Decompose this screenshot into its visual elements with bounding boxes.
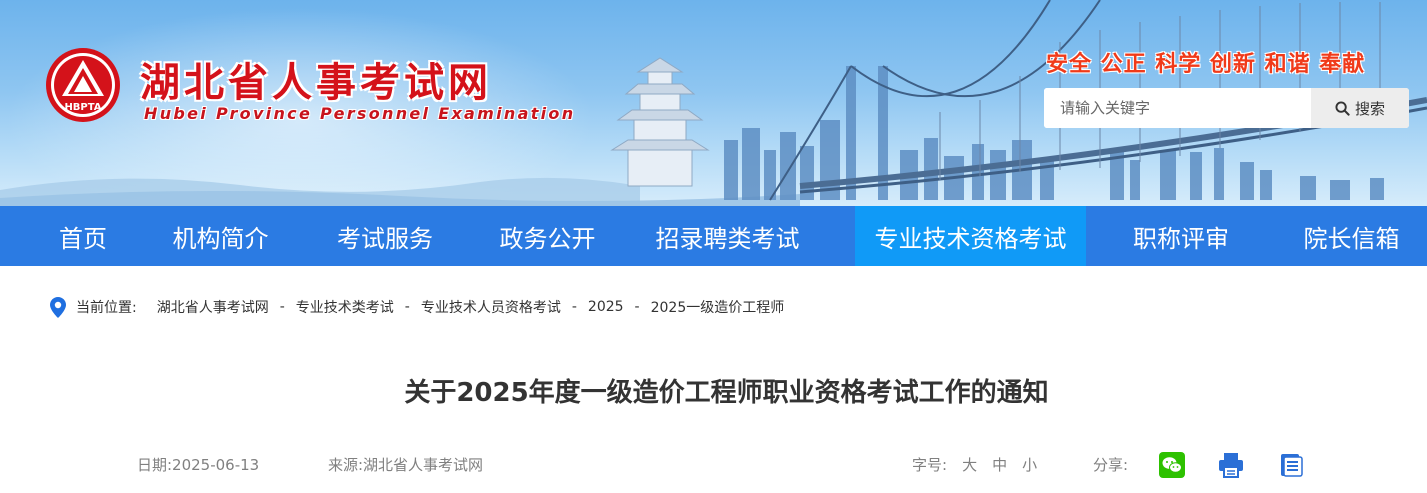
nav-item-label: 院长信箱 <box>1303 224 1400 253</box>
search-button[interactable]: 搜索 <box>1311 88 1409 128</box>
search-input[interactable] <box>1044 88 1311 128</box>
breadcrumb-link-home[interactable]: 湖北省人事考试网 <box>157 297 269 317</box>
hbpta-logo: HBPTA <box>46 48 120 122</box>
breadcrumb-label: 当前位置: <box>76 300 137 316</box>
nav-item-professional-qualification[interactable]: 专业技术资格考试 <box>855 206 1086 266</box>
font-size-small[interactable]: 小 <box>1022 454 1037 475</box>
font-size-control: 字号: 大 中 小 <box>912 454 1037 475</box>
site-subtitle: Hubei Province Personnel Examination <box>144 104 576 123</box>
nav-item-director-mailbox[interactable]: 院长信箱 <box>1276 206 1427 266</box>
breadcrumb-link-year[interactable]: 2025 <box>588 299 624 315</box>
nav-item-label: 考试服务 <box>337 224 433 253</box>
breadcrumb-link-qualification-exams[interactable]: 专业技术人员资格考试 <box>421 297 561 317</box>
location-pin-icon <box>50 296 66 318</box>
nav-item-label: 招录聘类考试 <box>655 224 800 253</box>
search-button-label: 搜索 <box>1354 100 1385 118</box>
search-box: 搜索 <box>1044 88 1409 128</box>
wechat-icon[interactable] <box>1159 452 1185 478</box>
nav-item-label: 职称评审 <box>1133 224 1229 253</box>
logo-text: HBPTA <box>64 102 101 113</box>
font-size-large[interactable]: 大 <box>962 454 977 475</box>
nav-item-label: 机构简介 <box>172 224 269 253</box>
breadcrumb-separator: - <box>571 299 577 315</box>
share-label: 分享: <box>1093 456 1129 474</box>
nav-item-recruitment-exams[interactable]: 招录聘类考试 <box>600 206 855 266</box>
site-title: 湖北省人事考试网 <box>140 60 492 106</box>
font-size-medium[interactable]: 中 <box>992 454 1007 475</box>
breadcrumb: 当前位置: 湖北省人事考试网 - 专业技术类考试 - 专业技术人员资格考试 - … <box>50 296 784 318</box>
nav-item-about[interactable]: 机构简介 <box>166 206 275 266</box>
search-icon <box>1335 100 1350 116</box>
breadcrumb-separator: - <box>404 299 410 315</box>
breadcrumb-separator: - <box>279 299 285 315</box>
article-date: 日期:2025-06-13 <box>137 456 260 474</box>
breadcrumb-link-professional-exams[interactable]: 专业技术类考试 <box>296 297 394 317</box>
nav-item-label: 政务公开 <box>499 224 596 253</box>
slogan: 安全 公正 科学 创新 和谐 奉献 <box>1046 52 1366 77</box>
main-nav: 首页 机构简介 考试服务 政务公开 招录聘类考试 专业技术资格考试 职称评审 院… <box>0 206 1427 266</box>
nav-item-label: 首页 <box>59 224 107 253</box>
breadcrumb-link-cost-engineer[interactable]: 2025一级造价工程师 <box>651 297 785 317</box>
header-banner: HBPTA 湖北省人事考试网 Hubei Province Personnel … <box>0 0 1427 206</box>
document-icon[interactable] <box>1278 452 1304 478</box>
font-size-label: 字号: <box>912 456 948 474</box>
breadcrumb-separator: - <box>634 299 640 315</box>
nav-item-title-review[interactable]: 职称评审 <box>1086 206 1276 266</box>
article-title: 关于2025年度一级造价工程师职业资格考试工作的通知 <box>404 378 1049 408</box>
article-source: 来源:湖北省人事考试网 <box>328 456 484 474</box>
nav-item-exam-services[interactable]: 考试服务 <box>275 206 495 266</box>
nav-item-label: 专业技术资格考试 <box>874 224 1067 253</box>
print-icon[interactable] <box>1218 452 1244 478</box>
nav-item-home[interactable]: 首页 <box>0 206 166 266</box>
nav-item-government-affairs[interactable]: 政务公开 <box>495 206 600 266</box>
